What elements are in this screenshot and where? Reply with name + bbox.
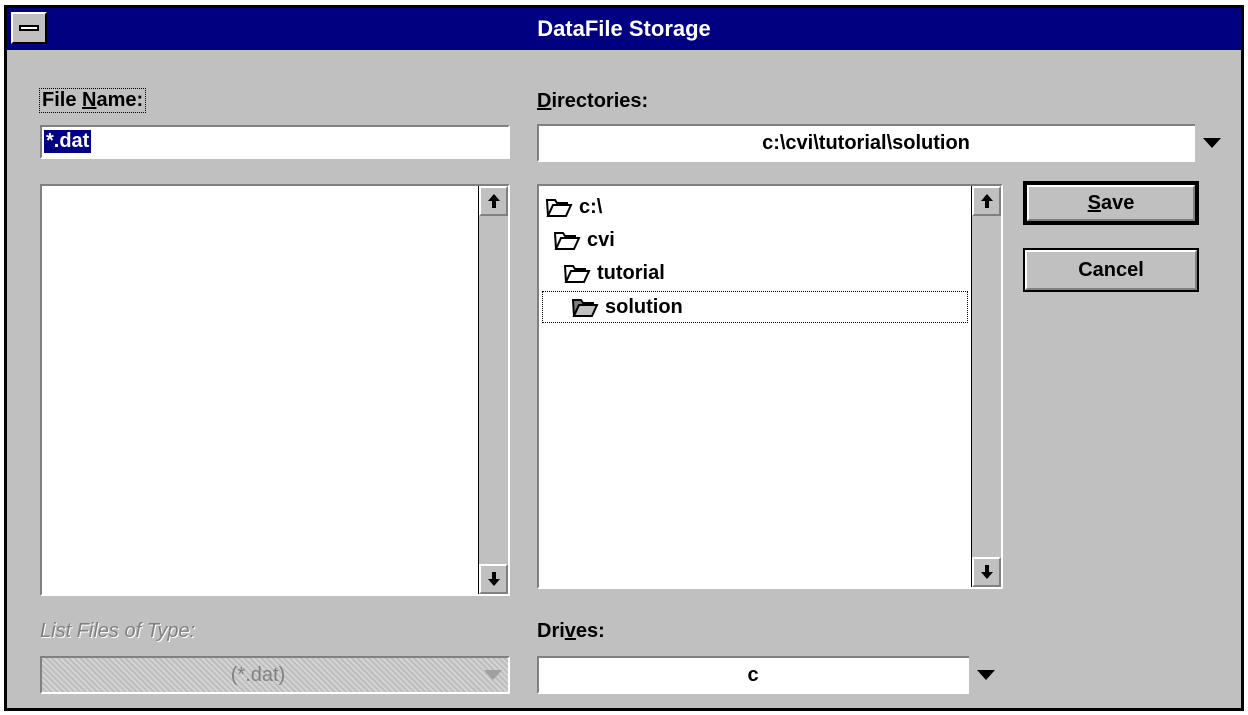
scroll-up-button[interactable] (479, 186, 508, 216)
directories-label: Directories: (537, 90, 649, 112)
drives-value: c (747, 663, 759, 686)
chevron-down-icon (484, 670, 502, 680)
list-files-of-type-label: List Files of Type: (40, 620, 196, 642)
chevron-down-icon (1203, 138, 1221, 148)
drives-dropdown-button[interactable] (969, 656, 1003, 694)
arrow-up-icon (487, 194, 500, 208)
file-list-scrollbar[interactable] (478, 186, 508, 594)
window-title: DataFile Storage (537, 16, 711, 41)
file-type-value: (*.dat) (230, 663, 286, 686)
directories-path-combo[interactable]: c:\cvi\tutorial\solution (537, 124, 1229, 162)
cancel-button[interactable]: Cancel (1023, 248, 1199, 292)
arrow-down-icon (487, 572, 500, 586)
directory-item[interactable]: c:\ (545, 192, 602, 222)
title-bar[interactable]: DataFile Storage (7, 8, 1241, 50)
directories-list[interactable]: c:\ cvi tutorial solution (537, 184, 1003, 589)
directories-scrollbar[interactable] (971, 186, 1001, 587)
arrow-up-icon (980, 194, 993, 208)
file-type-combo: (*.dat) (40, 656, 510, 694)
file-list[interactable] (40, 184, 510, 596)
datafile-storage-dialog: DataFile Storage File Name: *.dat Direct… (4, 5, 1244, 711)
scroll-down-button[interactable] (972, 557, 1001, 587)
folder-open-icon (571, 299, 599, 317)
directory-item[interactable]: cvi (553, 225, 615, 255)
chevron-down-icon (977, 670, 995, 680)
directories-dropdown-button[interactable] (1195, 124, 1229, 162)
directory-item-selected[interactable]: solution (542, 291, 968, 323)
save-button[interactable]: Save (1023, 181, 1199, 225)
file-type-dropdown-button (476, 656, 510, 694)
folder-open-icon (563, 265, 591, 283)
file-name-value: *.dat (44, 130, 92, 153)
drives-combo[interactable]: c (537, 656, 1003, 694)
scroll-up-button[interactable] (972, 186, 1001, 216)
scroll-down-button[interactable] (479, 564, 508, 594)
drives-label: Drives: (537, 620, 605, 642)
folder-open-icon (545, 199, 573, 217)
arrow-down-icon (980, 565, 993, 579)
file-name-label: File Name: (39, 88, 147, 113)
directory-item[interactable]: tutorial (563, 258, 665, 288)
folder-open-icon (553, 232, 581, 250)
directories-path: c:\cvi\tutorial\solution (762, 131, 970, 154)
file-name-input[interactable]: *.dat (40, 125, 510, 159)
